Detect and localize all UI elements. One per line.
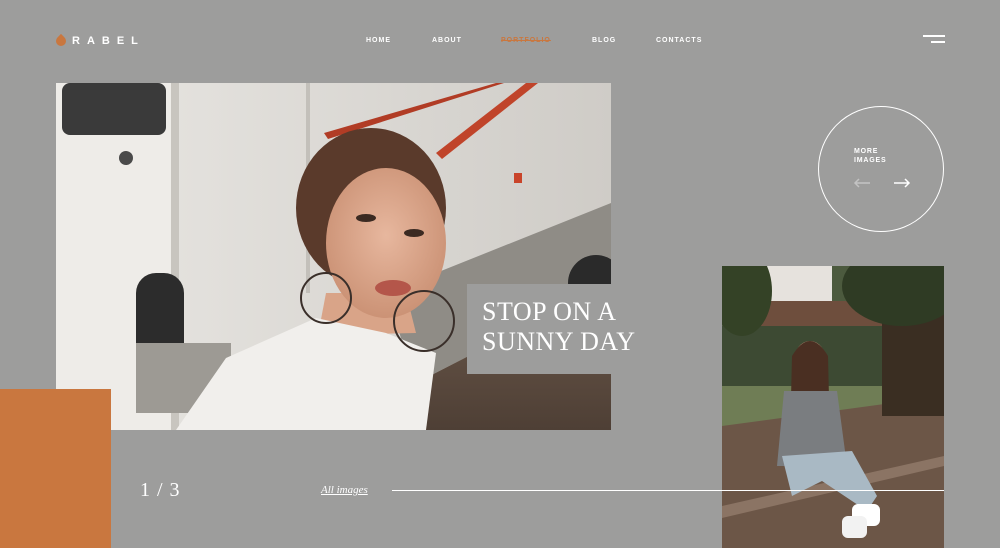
- hero-caption: STOP ON A SUNNY DAY: [467, 284, 641, 374]
- accent-block: [0, 389, 111, 548]
- divider-line: [392, 490, 944, 491]
- hero-image: [56, 83, 611, 430]
- nav-home[interactable]: HOME: [366, 37, 391, 44]
- arrow-right-icon[interactable]: [893, 177, 911, 189]
- arrow-left-icon[interactable]: [853, 177, 871, 189]
- hero-title-line1: STOP ON A: [482, 297, 617, 326]
- hamburger-menu-icon[interactable]: [923, 35, 945, 49]
- secondary-image: [722, 266, 944, 548]
- nav-portfolio[interactable]: PORTFOLIO: [501, 37, 551, 44]
- more-images-label: MORE IMAGES: [854, 148, 887, 164]
- main-nav: HOME ABOUT PORTFOLIO BLOG CONTACTS: [0, 37, 1000, 49]
- all-images-link[interactable]: All images: [321, 484, 368, 496]
- nav-about[interactable]: ABOUT: [432, 37, 462, 44]
- hero-title-line2: SUNNY DAY: [482, 327, 636, 356]
- more-images-button[interactable]: MORE IMAGES: [818, 106, 944, 232]
- slide-counter: 1 / 3: [140, 479, 181, 501]
- nav-contacts[interactable]: CONTACTS: [656, 37, 702, 44]
- nav-blog[interactable]: BLOG: [592, 37, 616, 44]
